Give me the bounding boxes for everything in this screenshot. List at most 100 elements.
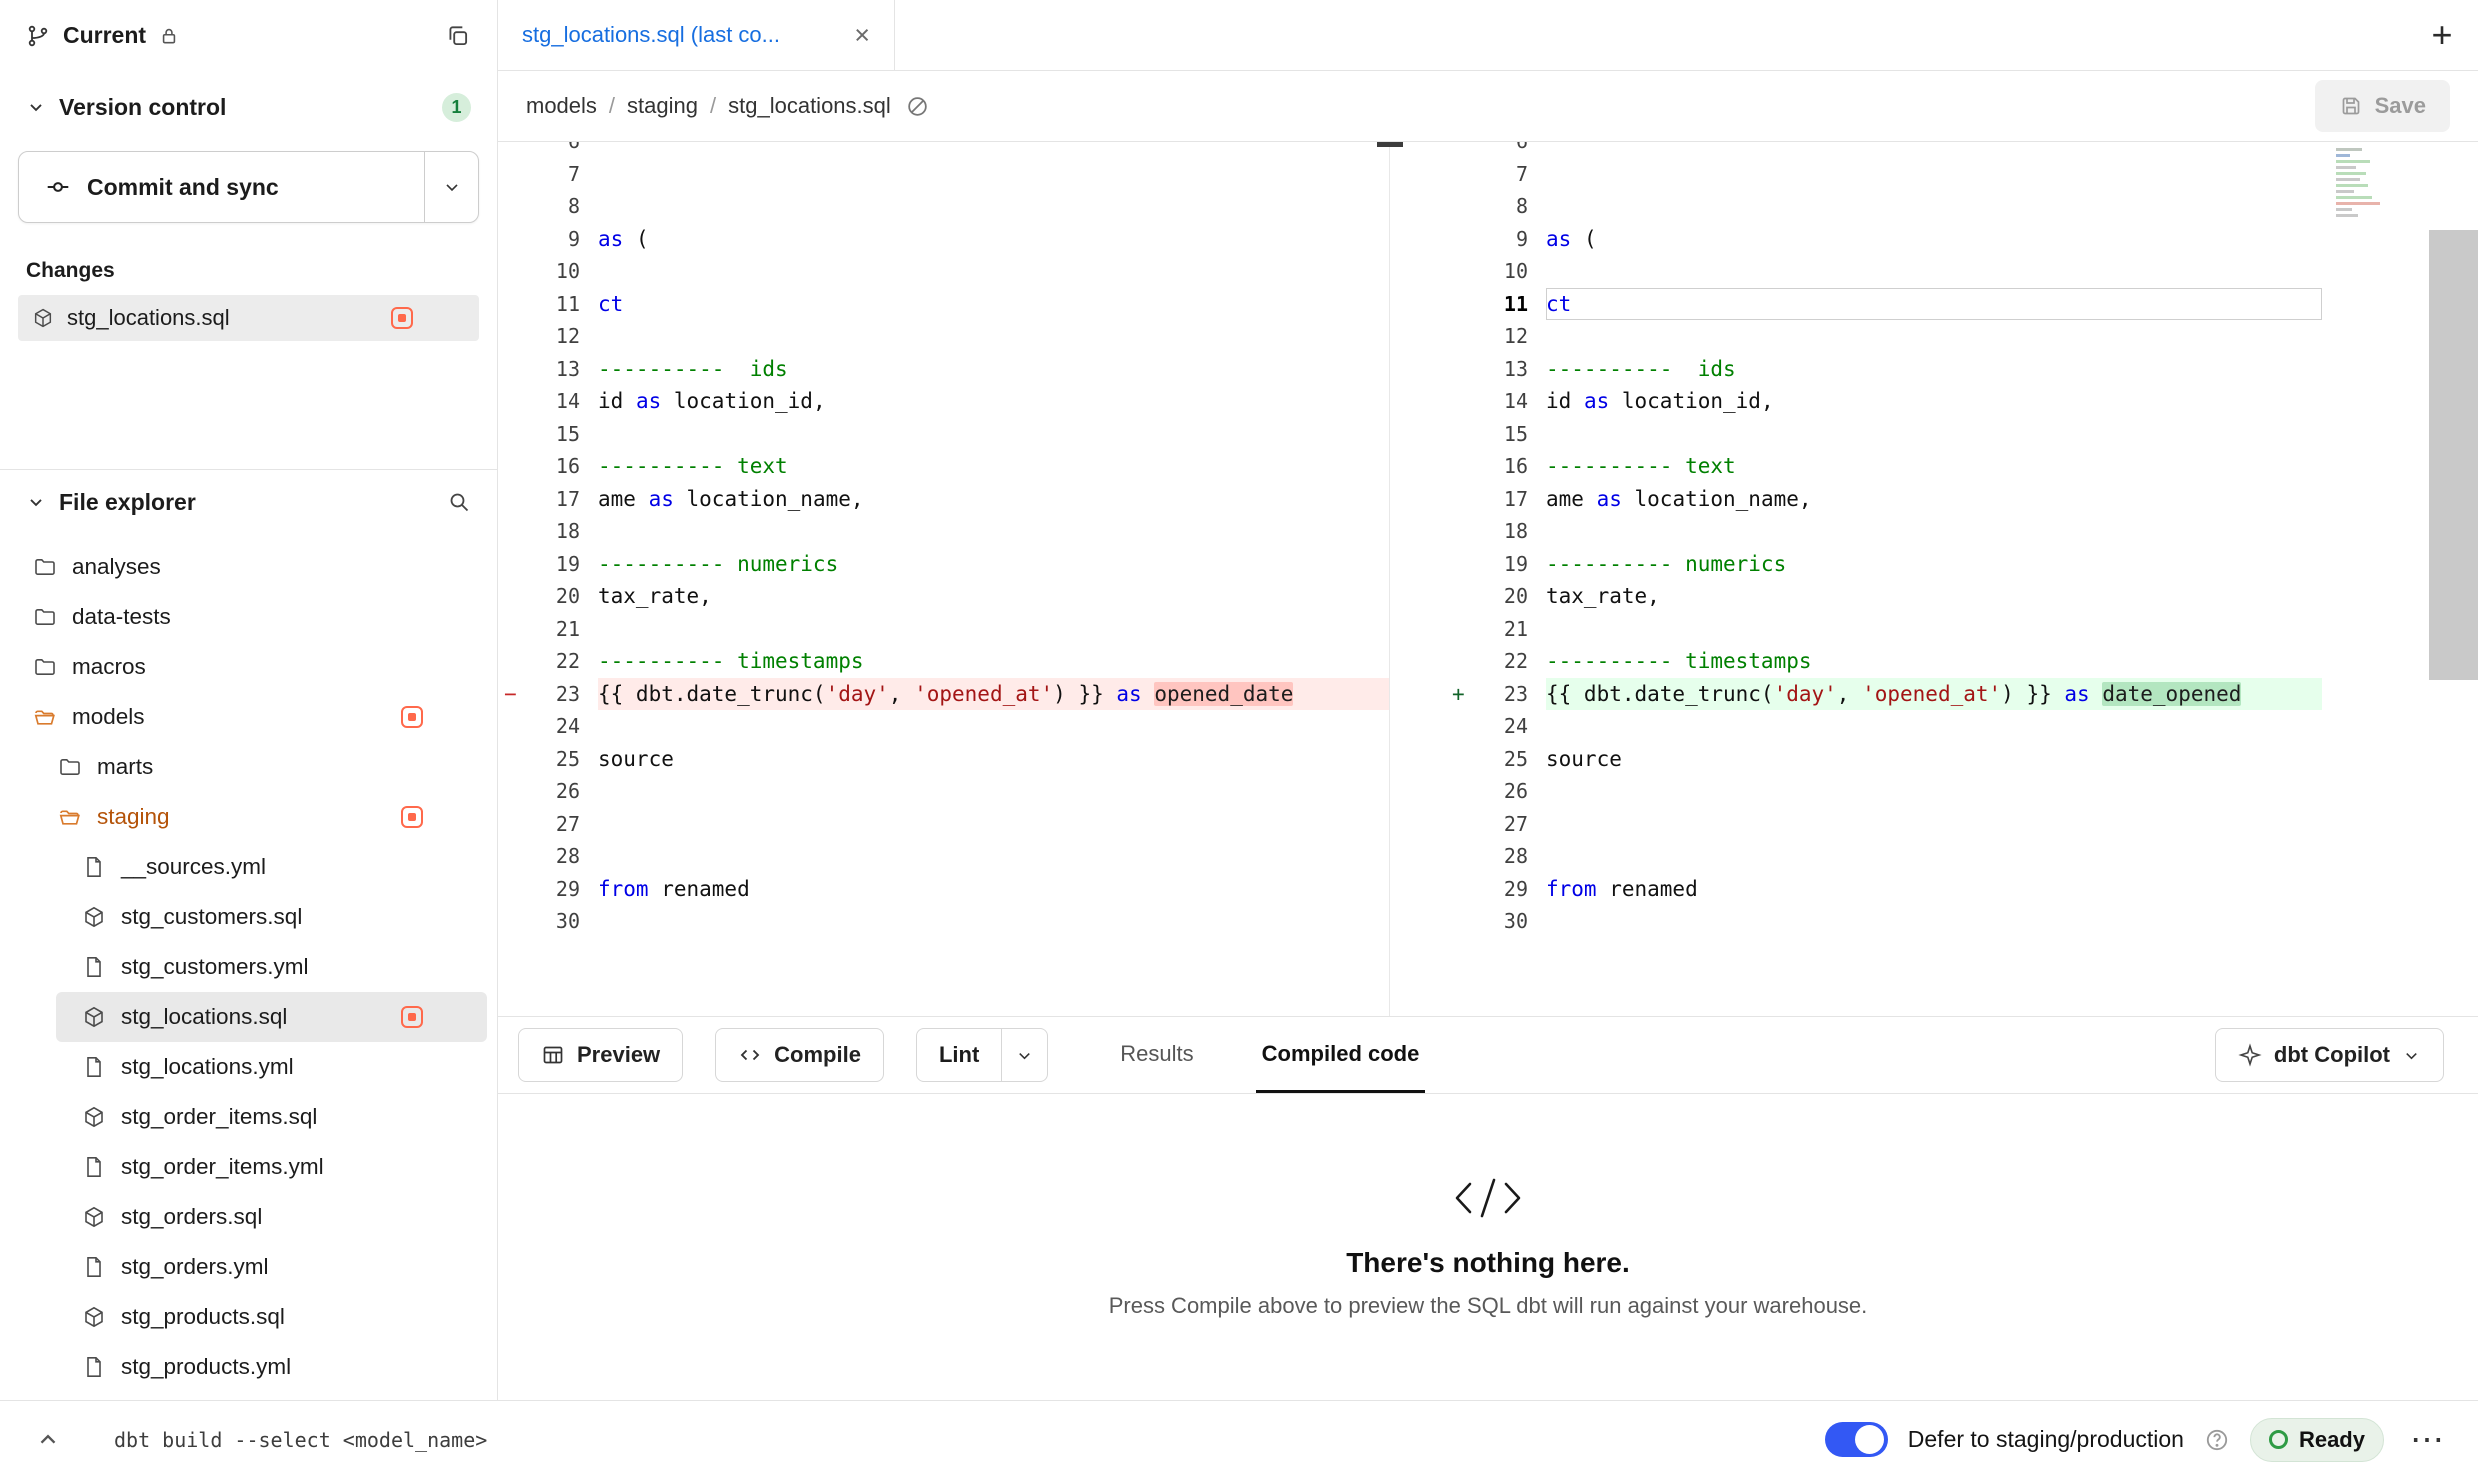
file-explorer-item[interactable]: staging bbox=[10, 792, 487, 842]
sash-handle[interactable] bbox=[1377, 142, 1403, 147]
code-line[interactable]: 29from renamed bbox=[1390, 873, 2322, 906]
breadcrumb-models[interactable]: models bbox=[526, 93, 597, 119]
code-line[interactable]: 21 bbox=[1390, 613, 2322, 646]
code-line[interactable]: 30 bbox=[1390, 905, 2322, 938]
command-input[interactable]: dbt build --select <model_name> bbox=[114, 1428, 487, 1452]
code-line[interactable]: 24 bbox=[1390, 710, 2322, 743]
file-explorer-item[interactable]: __sources.yml bbox=[10, 842, 487, 892]
code-line[interactable]: 16---------- text bbox=[498, 450, 1389, 483]
code-line[interactable]: 18 bbox=[1390, 515, 2322, 548]
file-explorer-item[interactable]: stg_customers.sql bbox=[10, 892, 487, 942]
code-line[interactable]: 24 bbox=[498, 710, 1389, 743]
code-line[interactable]: 13---------- ids bbox=[498, 353, 1389, 386]
code-line[interactable]: 10 bbox=[1390, 255, 2322, 288]
file-explorer-item[interactable]: marts bbox=[10, 742, 487, 792]
code-line[interactable]: 22---------- timestamps bbox=[1390, 645, 2322, 678]
code-line[interactable]: 19---------- numerics bbox=[498, 548, 1389, 581]
file-explorer-item[interactable]: stg_order_items.sql bbox=[10, 1092, 487, 1142]
code-line[interactable]: 25source bbox=[1390, 743, 2322, 776]
code-line[interactable]: 17ame as location_name, bbox=[1390, 483, 2322, 516]
file-explorer-item[interactable]: stg_orders.sql bbox=[10, 1192, 487, 1242]
diff-marker bbox=[504, 418, 538, 451]
code-line[interactable]: 26 bbox=[1390, 775, 2322, 808]
code-line[interactable]: 12 bbox=[498, 320, 1389, 353]
code-line[interactable]: 12 bbox=[1390, 320, 2322, 353]
code-line[interactable]: 15 bbox=[498, 418, 1389, 451]
code-line[interactable]: 27 bbox=[498, 808, 1389, 841]
lint-options-button[interactable] bbox=[1001, 1029, 1047, 1081]
file-explorer-item[interactable]: stg_locations.yml bbox=[10, 1042, 487, 1092]
tab-compiled-code[interactable]: Compiled code bbox=[1256, 1017, 1426, 1093]
code-line[interactable]: 28 bbox=[498, 840, 1389, 873]
code-line[interactable]: 9as ( bbox=[1390, 223, 2322, 256]
code-line[interactable]: 20tax_rate, bbox=[498, 580, 1389, 613]
code-line[interactable]: 19---------- numerics bbox=[1390, 548, 2322, 581]
code-line[interactable]: 30 bbox=[498, 905, 1389, 938]
minimap[interactable] bbox=[2334, 144, 2390, 274]
file-explorer-item[interactable]: macros bbox=[10, 642, 487, 692]
code-line[interactable]: 8 bbox=[498, 190, 1389, 223]
commit-options-button[interactable] bbox=[424, 152, 478, 222]
code-line[interactable]: +23{{ dbt.date_trunc('day', 'opened_at')… bbox=[1390, 678, 2322, 711]
file-explorer-item[interactable]: data-tests bbox=[10, 592, 487, 642]
compile-button[interactable]: Compile bbox=[715, 1028, 884, 1082]
code-line[interactable]: 13---------- ids bbox=[1390, 353, 2322, 386]
editor-rail bbox=[2322, 142, 2478, 1016]
code-line[interactable]: 18 bbox=[498, 515, 1389, 548]
overflow-menu-button[interactable]: ⋯ bbox=[2404, 1423, 2452, 1457]
code-line[interactable]: 7 bbox=[498, 158, 1389, 191]
file-explorer-item[interactable]: models bbox=[10, 692, 487, 742]
code-line[interactable]: 9as ( bbox=[498, 223, 1389, 256]
commit-and-sync-button[interactable]: Commit and sync bbox=[19, 152, 424, 222]
code-text bbox=[598, 515, 1389, 548]
code-line[interactable]: −23{{ dbt.date_trunc('day', 'opened_at')… bbox=[498, 678, 1389, 711]
defer-toggle[interactable] bbox=[1825, 1422, 1888, 1457]
close-icon[interactable]: × bbox=[854, 22, 870, 49]
code-line[interactable]: 25source bbox=[498, 743, 1389, 776]
code-line[interactable]: 6 bbox=[498, 142, 1389, 158]
help-icon[interactable] bbox=[2204, 1427, 2230, 1453]
code-line[interactable]: 16---------- text bbox=[1390, 450, 2322, 483]
breadcrumb-staging[interactable]: staging bbox=[627, 93, 698, 119]
code-line[interactable]: 28 bbox=[1390, 840, 2322, 873]
code-line[interactable]: 14id as location_id, bbox=[1390, 385, 2322, 418]
code-line[interactable]: 21 bbox=[498, 613, 1389, 646]
file-explorer-item[interactable]: stg_customers.yml bbox=[10, 942, 487, 992]
new-tab-button[interactable]: + bbox=[2406, 0, 2478, 70]
chevron-up-icon[interactable] bbox=[26, 1418, 70, 1462]
code-line[interactable]: 11ct bbox=[498, 288, 1389, 321]
lint-button[interactable]: Lint bbox=[917, 1029, 1001, 1081]
code-line[interactable]: 15 bbox=[1390, 418, 2322, 451]
tab-results[interactable]: Results bbox=[1114, 1017, 1199, 1093]
code-line[interactable]: 8 bbox=[1390, 190, 2322, 223]
file-explorer-item[interactable]: stg_orders.yml bbox=[10, 1242, 487, 1292]
code-line[interactable]: 7 bbox=[1390, 158, 2322, 191]
breadcrumb-file[interactable]: stg_locations.sql bbox=[728, 93, 891, 119]
code-line[interactable]: 27 bbox=[1390, 808, 2322, 841]
file-explorer-header[interactable]: File explorer bbox=[0, 474, 497, 530]
file-explorer-item[interactable]: analyses bbox=[10, 542, 487, 592]
code-line[interactable]: 22---------- timestamps bbox=[498, 645, 1389, 678]
dbt-copilot-button[interactable]: dbt Copilot bbox=[2215, 1028, 2444, 1082]
search-icon[interactable] bbox=[447, 490, 471, 514]
code-line[interactable]: 11ct bbox=[1390, 288, 2322, 321]
code-line[interactable]: 26 bbox=[498, 775, 1389, 808]
code-line[interactable]: 29from renamed bbox=[498, 873, 1389, 906]
version-control-header[interactable]: Version control 1 bbox=[18, 77, 479, 137]
file-explorer-item[interactable]: stg_order_items.yml bbox=[10, 1142, 487, 1192]
code-line[interactable]: 6 bbox=[1390, 142, 2322, 158]
changed-file-row[interactable]: stg_locations.sql bbox=[18, 295, 479, 341]
code-line[interactable]: 17ame as location_name, bbox=[498, 483, 1389, 516]
code-line[interactable]: 14id as location_id, bbox=[498, 385, 1389, 418]
file-explorer-item[interactable]: stg_products.yml bbox=[10, 1342, 487, 1392]
file-explorer-item[interactable]: stg_products.sql bbox=[10, 1292, 487, 1342]
status-badge[interactable]: Ready bbox=[2250, 1418, 2384, 1462]
preview-button[interactable]: Preview bbox=[518, 1028, 683, 1082]
vertical-scrollbar[interactable] bbox=[2429, 230, 2478, 680]
file-explorer-item[interactable]: stg_locations.sql bbox=[56, 992, 487, 1042]
code-line[interactable]: 10 bbox=[498, 255, 1389, 288]
code-line[interactable]: 20tax_rate, bbox=[1390, 580, 2322, 613]
editor-tab[interactable]: stg_locations.sql (last co... × bbox=[498, 0, 895, 70]
save-button[interactable]: Save bbox=[2315, 80, 2450, 132]
copy-icon[interactable] bbox=[445, 23, 471, 49]
